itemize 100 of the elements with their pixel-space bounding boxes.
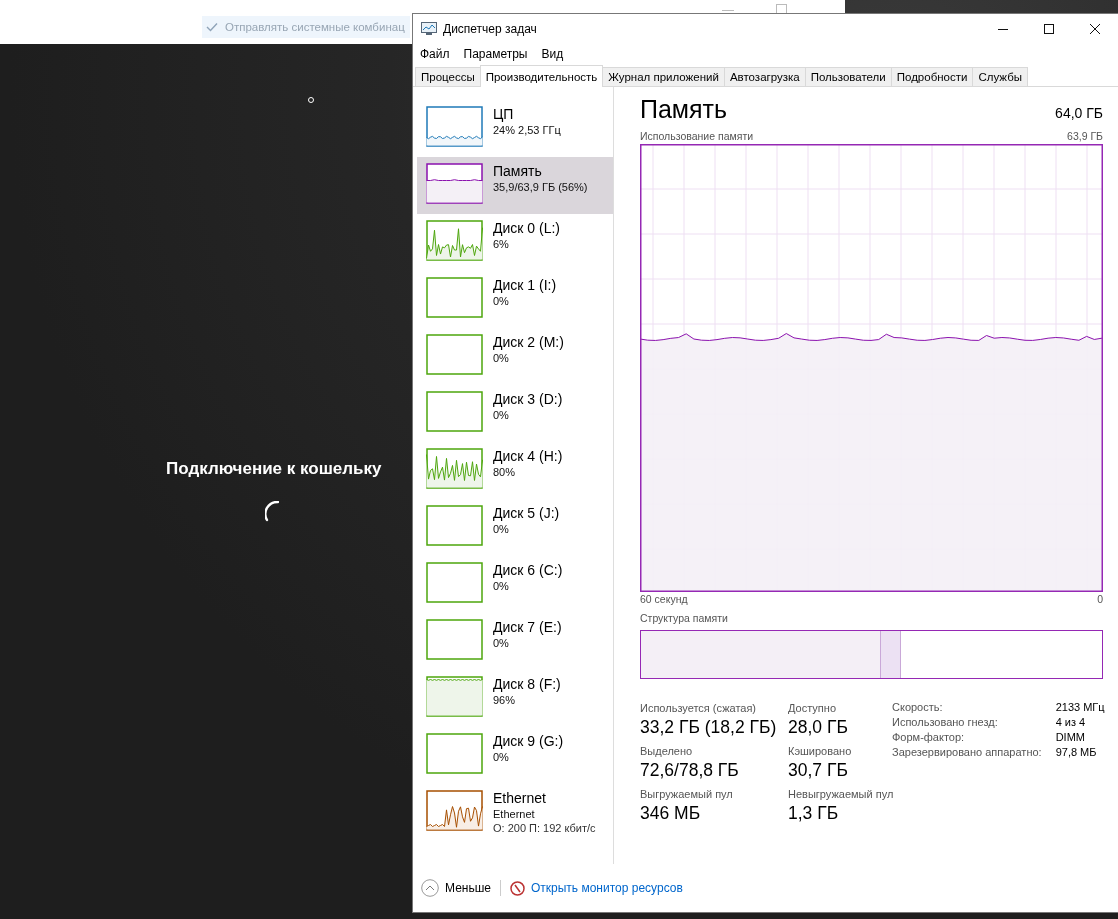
status-text: Подключение к кошельку [166, 459, 382, 479]
device-name: Диск 5 (J:) [493, 505, 560, 522]
graph-thumbnail-icon [426, 448, 483, 489]
graph-thumbnail-icon [426, 733, 483, 774]
network-speed: О: 200 П: 192 кбит/с [493, 821, 596, 835]
graph-thumbnail-icon [426, 505, 483, 546]
stat-label: Выгружаемый пул [640, 787, 734, 801]
sidebar-item[interactable]: Диск 9 (G:) 0% [417, 727, 613, 784]
sidebar-item[interactable]: Диск 1 (I:) 0% [417, 271, 613, 328]
tab[interactable]: Журнал приложений [602, 67, 725, 86]
resource-monitor-icon[interactable] [510, 880, 525, 896]
device-name: Диск 1 (I:) [493, 277, 557, 294]
device-name: Диск 2 (M:) [493, 334, 564, 351]
window-title: Диспетчер задач [443, 22, 538, 36]
graph-thumbnail-icon [426, 619, 483, 660]
sidebar-item[interactable]: Диск 2 (M:) 0% [417, 328, 613, 385]
graph-thumbnail-icon [426, 106, 483, 147]
device-detail: 0% [493, 522, 510, 536]
graph-thumbnail-icon [426, 163, 483, 204]
sidebar-item[interactable]: Диск 8 (F:) 96% [417, 670, 613, 727]
sidebar-item[interactable]: Диск 3 (D:) 0% [417, 385, 613, 442]
checkbox[interactable] [206, 22, 218, 32]
menu-item[interactable]: Параметры [463, 47, 528, 61]
device-name: Диск 8 (F:) [493, 676, 561, 693]
tab[interactable]: Производительность [479, 65, 604, 87]
sidebar-item[interactable]: Диск 5 (J:) 0% [417, 499, 613, 556]
tab[interactable]: Службы [972, 67, 1028, 86]
menu-item[interactable]: Файл [420, 47, 450, 61]
property-value: DIMM [1055, 731, 1086, 743]
device-name: Диск 9 (G:) [493, 733, 564, 750]
sidebar-item[interactable]: Диск 4 (H:) 80% [417, 442, 613, 499]
property-label: Скорость: [892, 701, 944, 713]
tab[interactable]: Подробности [890, 67, 974, 86]
device-name: Ethernet [493, 790, 547, 807]
device-detail: Ethernet [493, 807, 536, 821]
graph-thumbnail-icon [426, 562, 483, 603]
device-detail: 0% [493, 750, 510, 764]
sidebar-item[interactable]: ЦП 24% 2,53 ГГц [417, 100, 613, 157]
stat-value: 346 МБ [640, 803, 702, 824]
panel-title: Память [640, 95, 728, 124]
graph-thumbnail-icon [426, 790, 483, 831]
device-name: Память [493, 163, 543, 180]
device-detail: 24% 2,53 ГГц [493, 123, 561, 137]
stat-value: 28,0 ГБ [788, 717, 849, 738]
device-name: Диск 6 (C:) [493, 562, 563, 579]
stat-label: Кэшировано [788, 744, 853, 758]
sidebar-item[interactable]: Память 35,9/63,9 ГБ (56%) [417, 157, 613, 214]
property-label: Использовано гнезд: [892, 716, 999, 728]
device-detail: 0% [493, 294, 510, 308]
stat-label: Выделено [640, 744, 694, 758]
stat-value: 1,3 ГБ [788, 803, 840, 824]
stat-label: Доступно [788, 701, 837, 715]
time-axis-label: 60 секунд [640, 592, 688, 606]
collapse-icon[interactable] [421, 879, 439, 897]
stat-label: Невыгружаемый пул [788, 787, 892, 801]
graph-thumbnail-icon [426, 391, 483, 432]
device-name: Диск 0 (L:) [493, 220, 560, 237]
graph-thumbnail-icon [426, 676, 483, 717]
tab[interactable]: Процессы [415, 67, 481, 86]
property-value: 2133 МГц [1055, 701, 1105, 713]
chart-label: Использование памяти [640, 129, 754, 143]
device-detail: 0% [493, 351, 510, 365]
app-icon [421, 22, 437, 36]
device-detail: 0% [493, 636, 510, 650]
sidebar-item[interactable]: Диск 0 (L:) 6% [417, 214, 613, 271]
device-detail: 0% [493, 408, 510, 422]
device-detail: 96% [493, 693, 517, 707]
fewer-details-button[interactable]: Меньше [445, 881, 491, 895]
property-label: Зарезервировано аппаратно: [892, 746, 1042, 758]
device-name: Диск 7 (E:) [493, 619, 562, 636]
composition-label: Структура памяти [640, 611, 729, 626]
stat-value: 33,2 ГБ (18,2 ГБ) [640, 717, 778, 738]
graph-thumbnail-icon [426, 277, 483, 318]
device-detail: 6% [493, 237, 510, 251]
sidebar-item[interactable]: Диск 6 (C:) 0% [417, 556, 613, 613]
device-name: Диск 4 (H:) [493, 448, 563, 465]
time-axis-label: 0 [1097, 592, 1103, 606]
stat-value: 72,6/78,8 ГБ [640, 760, 740, 781]
tab[interactable]: Пользователи [804, 67, 892, 86]
sidebar-item[interactable]: Ethernet Ethernet О: 200 П: 192 кбит/с [417, 784, 613, 841]
tab[interactable]: Автозагрузка [723, 67, 806, 86]
device-name: ЦП [493, 106, 515, 123]
chart-max-label: 63,9 ГБ [1067, 129, 1103, 143]
device-detail: 80% [493, 465, 517, 479]
property-value: 97,8 МБ [1055, 746, 1098, 758]
stat-value: 30,7 ГБ [788, 760, 849, 781]
property-value: 4 из 4 [1055, 716, 1087, 728]
sidebar-item[interactable]: Диск 7 (E:) 0% [417, 613, 613, 670]
graph-thumbnail-icon [426, 334, 483, 375]
graph-thumbnail-icon [426, 220, 483, 261]
device-name: Диск 3 (D:) [493, 391, 563, 408]
menu-item[interactable]: Вид [541, 47, 564, 61]
memory-total: 64,0 ГБ [1055, 105, 1103, 121]
spinner-icon [265, 501, 279, 522]
property-label: Форм-фактор: [892, 731, 966, 743]
checkbox-label: Отправлять системные комбинац [225, 21, 405, 33]
device-detail: 35,9/63,9 ГБ (56%) [493, 180, 588, 194]
resource-monitor-link[interactable]: Открыть монитор ресурсов [531, 881, 683, 895]
device-detail: 0% [493, 579, 510, 593]
stat-label: Используется (сжатая) [640, 701, 758, 715]
